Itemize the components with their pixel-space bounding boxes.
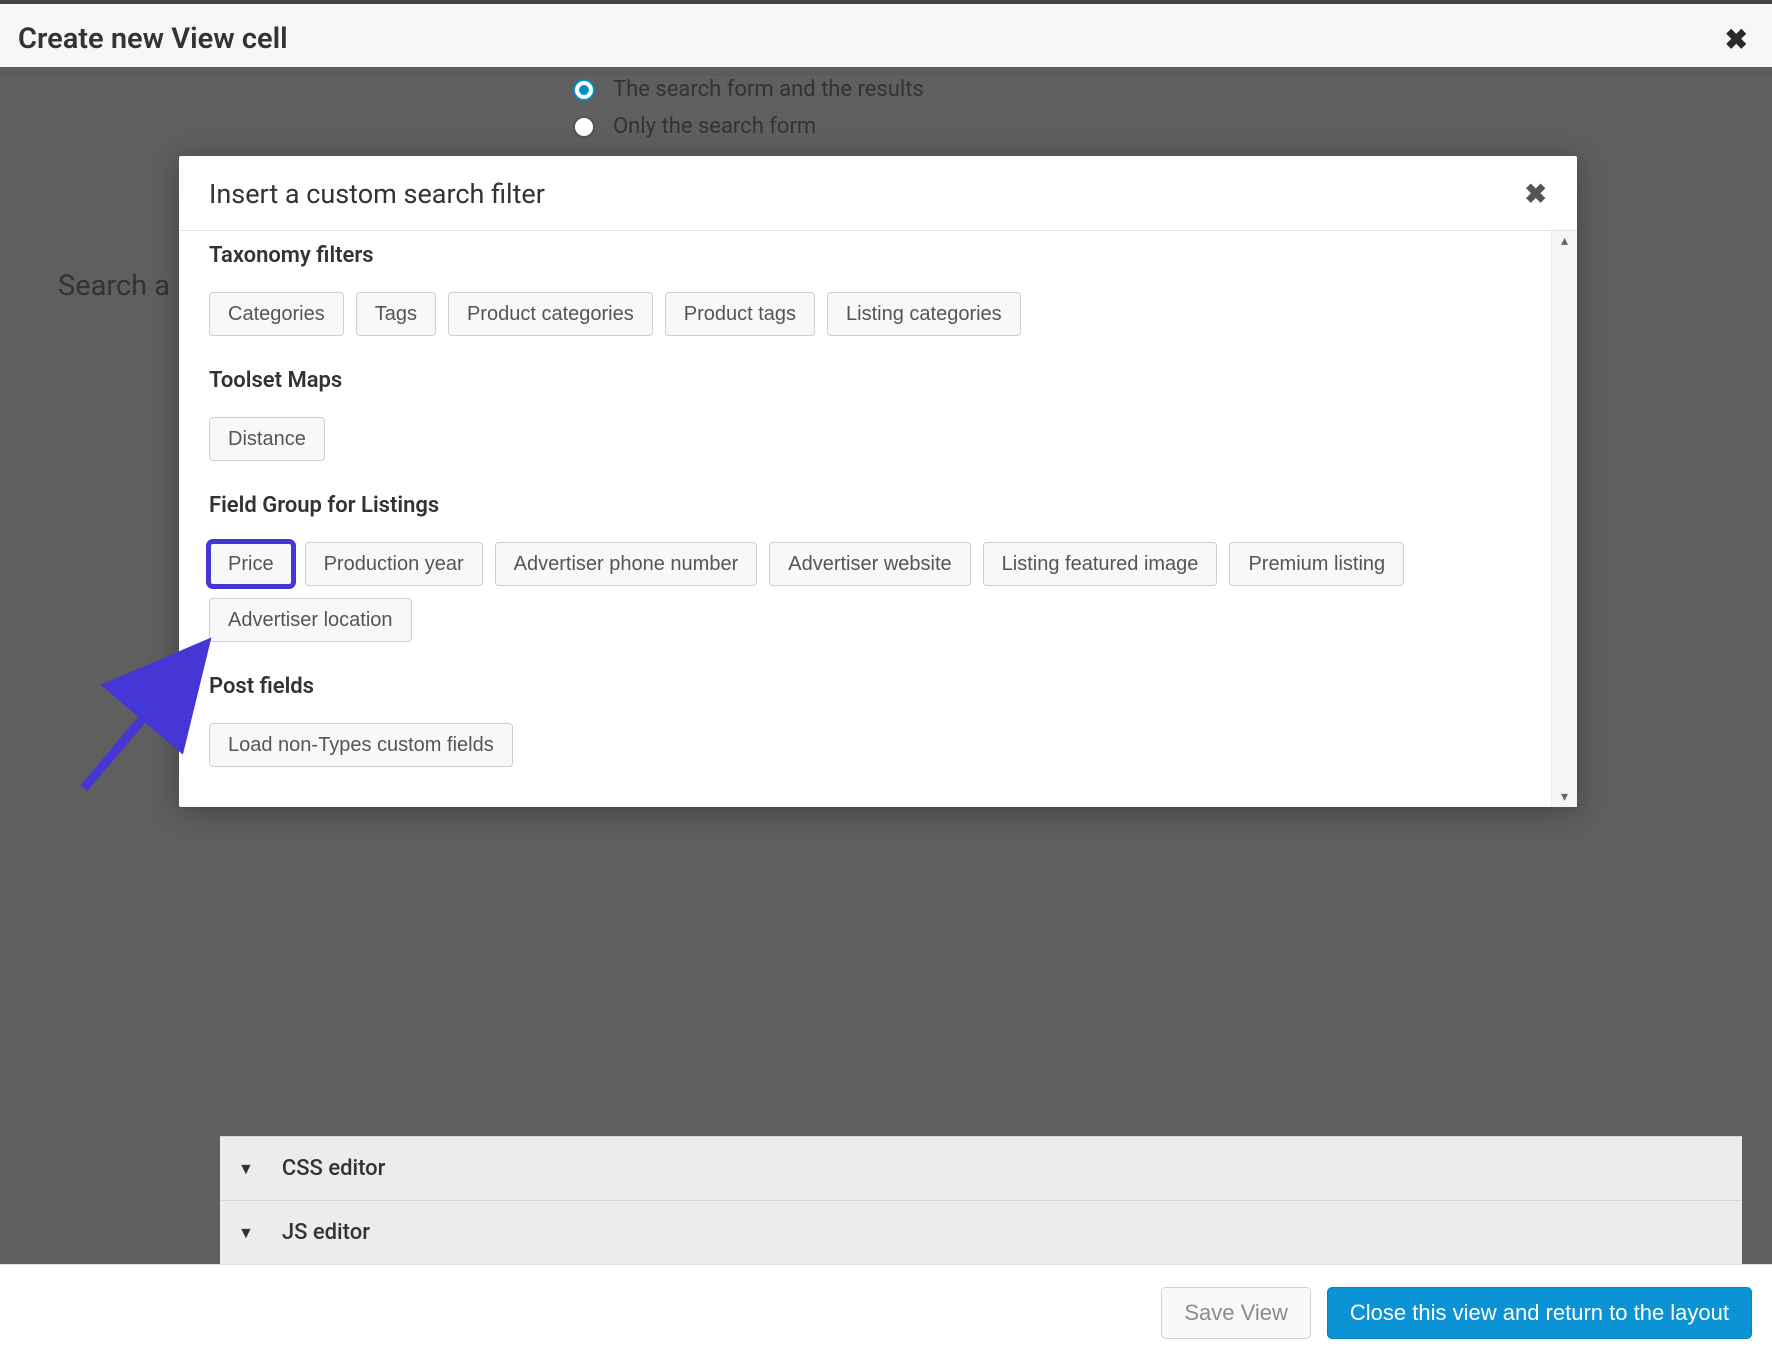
filter-tags[interactable]: Tags: [356, 292, 436, 336]
scroll-up-icon[interactable]: ▴: [1561, 231, 1568, 251]
footer-bar: Save View Close this view and return to …: [0, 1264, 1772, 1361]
group-heading-maps: Toolset Maps: [209, 368, 1521, 393]
panel-label: CSS editor: [282, 1156, 386, 1181]
filter-price[interactable]: Price: [209, 542, 293, 586]
filter-categories[interactable]: Categories: [209, 292, 344, 336]
outer-modal-header: Create new View cell ✖: [0, 4, 1772, 75]
panel-label: JS editor: [282, 1220, 370, 1245]
radio-label: Only the search form: [613, 114, 816, 139]
radio-option-form-only[interactable]: Only the search form: [573, 114, 1714, 139]
filter-premium-listing[interactable]: Premium listing: [1229, 542, 1404, 586]
filter-production-year[interactable]: Production year: [305, 542, 483, 586]
filter-listing-categories[interactable]: Listing categories: [827, 292, 1021, 336]
post-fields-row: Load non-Types custom fields: [209, 723, 1521, 767]
filter-distance[interactable]: Distance: [209, 417, 325, 461]
load-non-types-button[interactable]: Load non-Types custom fields: [209, 723, 513, 767]
filter-product-categories[interactable]: Product categories: [448, 292, 653, 336]
close-view-button[interactable]: Close this view and return to the layout: [1327, 1287, 1752, 1339]
chevron-down-icon: ▼: [238, 1159, 254, 1179]
group-heading-listings: Field Group for Listings: [209, 493, 1521, 518]
close-icon[interactable]: ✖: [1725, 23, 1748, 56]
panel-js-editor[interactable]: ▼ JS editor: [220, 1200, 1742, 1264]
inner-modal-header: Insert a custom search filter ✖: [179, 156, 1577, 231]
chevron-down-icon: ▼: [238, 1223, 254, 1243]
close-icon[interactable]: ✖: [1524, 178, 1547, 210]
filter-advertiser-website[interactable]: Advertiser website: [769, 542, 970, 586]
inner-modal-title: Insert a custom search filter: [209, 178, 545, 210]
inner-modal-body: Taxonomy filters Categories Tags Product…: [179, 231, 1551, 807]
listings-filters-row: Price Production year Advertiser phone n…: [209, 542, 1521, 642]
filter-listing-featured-image[interactable]: Listing featured image: [983, 542, 1218, 586]
filter-product-tags[interactable]: Product tags: [665, 292, 815, 336]
panel-css-editor[interactable]: ▼ CSS editor: [220, 1136, 1742, 1200]
taxonomy-filters-row: Categories Tags Product categories Produ…: [209, 292, 1521, 336]
maps-filters-row: Distance: [209, 417, 1521, 461]
radio-label: The search form and the results: [613, 77, 924, 102]
group-heading-post-fields: Post fields: [209, 674, 1521, 699]
outer-modal-title: Create new View cell: [18, 22, 288, 56]
radio-checked-icon: [573, 79, 595, 101]
filter-advertiser-phone[interactable]: Advertiser phone number: [495, 542, 758, 586]
radio-group-display: The search form and the results Only the…: [573, 77, 1714, 139]
inner-modal: Insert a custom search filter ✖ Taxonomy…: [179, 156, 1577, 807]
filter-advertiser-location[interactable]: Advertiser location: [209, 598, 412, 642]
radio-unchecked-icon: [573, 116, 595, 138]
scrollbar[interactable]: ▴ ▾: [1551, 231, 1577, 807]
group-heading-taxonomy: Taxonomy filters: [209, 243, 1521, 268]
scroll-down-icon[interactable]: ▾: [1561, 787, 1568, 807]
radio-option-both[interactable]: The search form and the results: [573, 77, 1714, 102]
save-view-button[interactable]: Save View: [1161, 1287, 1311, 1339]
